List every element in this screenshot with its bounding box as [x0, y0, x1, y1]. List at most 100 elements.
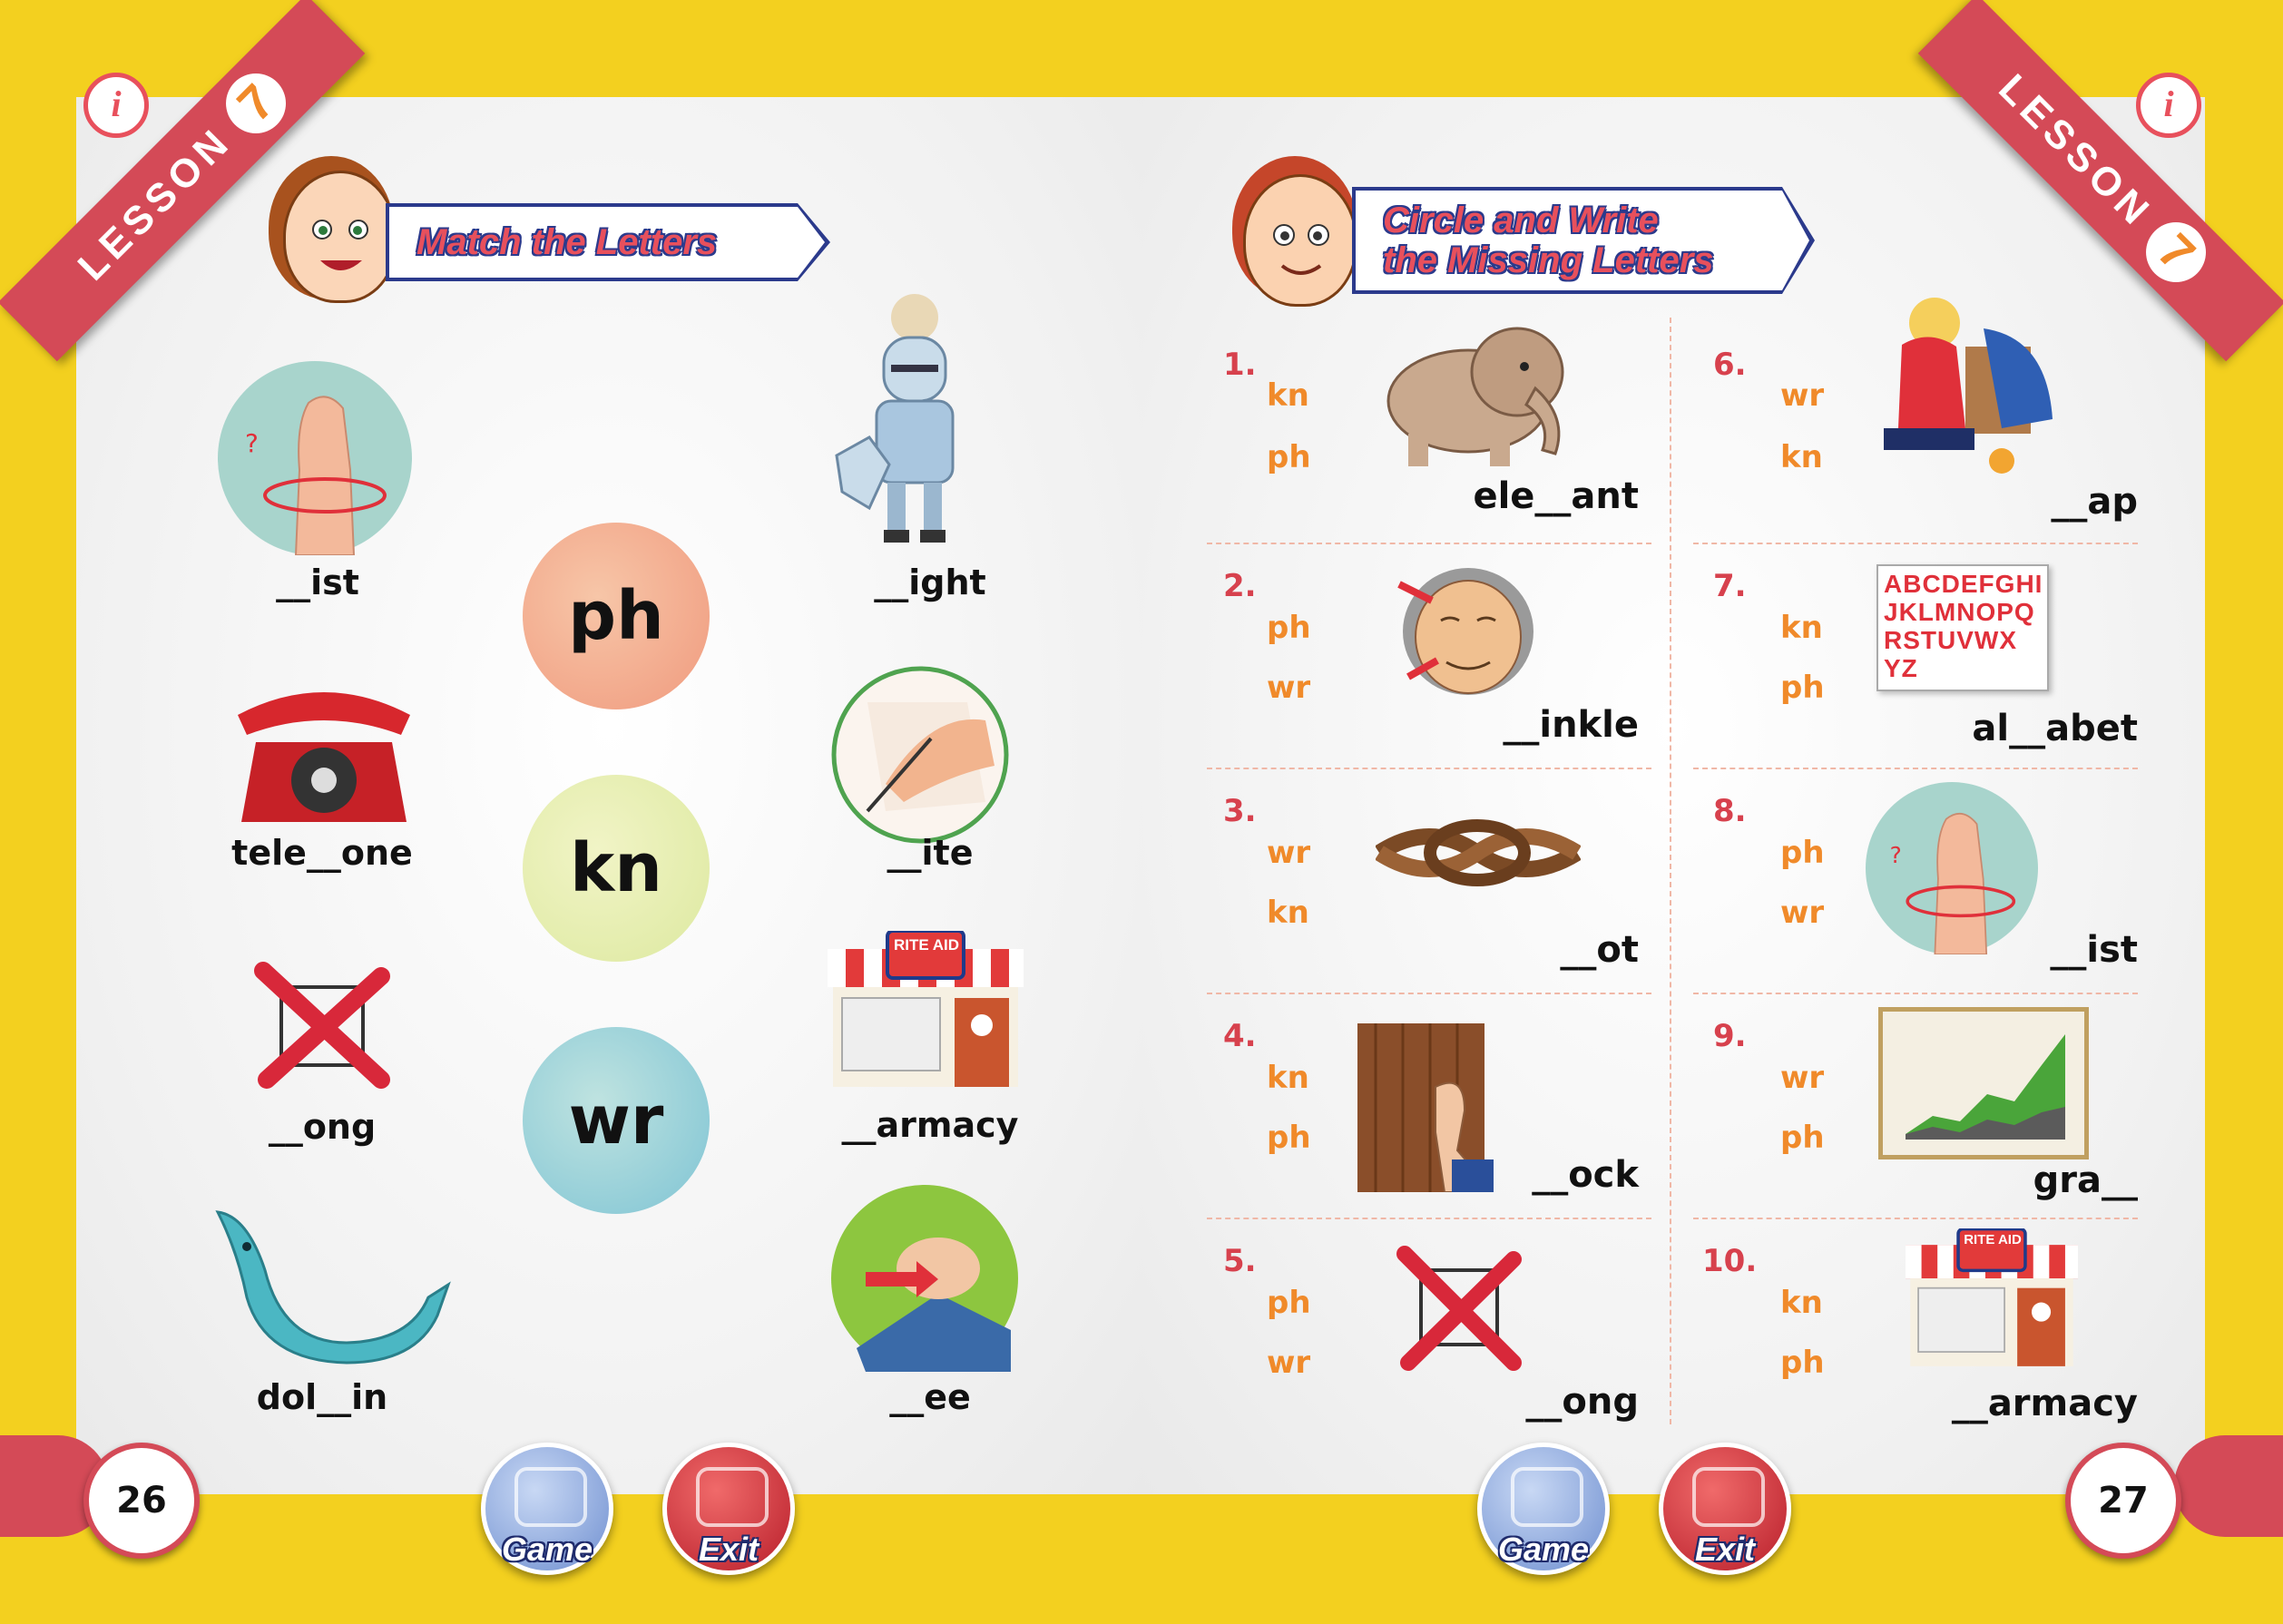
row-divider: [1207, 993, 1651, 994]
game-button[interactable]: Game: [1477, 1443, 1610, 1575]
word-write: __ite: [887, 833, 974, 873]
item-number: 4.: [1223, 1018, 1257, 1054]
option-1[interactable]: ph: [1267, 610, 1311, 646]
game-button-label: Game: [1497, 1531, 1590, 1568]
graph-picture: [1877, 1006, 2090, 1163]
answer-word: gra__: [2033, 1159, 2138, 1201]
word-knee: __ee: [889, 1377, 971, 1417]
word-pharmacy: __armacy: [841, 1105, 1019, 1145]
page-title-line1: Circle and Write: [1383, 201, 1659, 240]
item-number: 10.: [1702, 1243, 1758, 1279]
letter-circle-wr[interactable]: wr: [523, 1027, 710, 1214]
alphabet-line: JKLMNOPQ: [1884, 598, 2035, 626]
lesson-number: 7: [2133, 210, 2219, 296]
idea-bulb-icon: i: [2136, 73, 2201, 138]
page-number-right: 27: [2065, 1443, 2181, 1559]
wrap-gift-picture: [1866, 292, 2056, 486]
item-number: 3.: [1223, 793, 1257, 829]
option-1[interactable]: kn: [1267, 1060, 1309, 1096]
option-1[interactable]: wr: [1780, 377, 1824, 414]
column-divider: [1670, 318, 1671, 1424]
wrist-picture: ?: [218, 361, 412, 559]
option-2[interactable]: wr: [1267, 670, 1310, 706]
item-number: 1.: [1223, 347, 1257, 383]
elephant-picture: [1381, 318, 1581, 474]
wrong-cross-picture: [1396, 1245, 1523, 1375]
option-1[interactable]: ph: [1780, 835, 1825, 871]
title-banner-left: Match the Letters: [386, 203, 830, 281]
exit-button-label: Exit: [1694, 1531, 1756, 1568]
idea-bulb-icon: i: [83, 73, 149, 138]
word-dolphin: dol__in: [256, 1377, 388, 1417]
answer-word: __inkle: [1503, 704, 1639, 746]
answer-word: __ist: [2050, 929, 2138, 971]
alphabet-picture: ABCDEFGHI JKLMNOPQ RSTUVWX YZ: [1876, 564, 2049, 691]
item-number: 8.: [1713, 793, 1747, 829]
item-number: 6.: [1713, 347, 1747, 383]
answer-word: __armacy: [1951, 1383, 2138, 1424]
page-title-line2: the Missing Letters: [1383, 240, 1714, 280]
letter-circle-kn[interactable]: kn: [523, 775, 710, 962]
exit-button[interactable]: Exit: [1659, 1443, 1791, 1575]
word-wrist: __ist: [276, 563, 359, 602]
option-2[interactable]: wr: [1780, 895, 1824, 931]
letter-circle-label: wr: [568, 1081, 664, 1159]
answer-word: ele__ant: [1473, 475, 1639, 517]
option-1[interactable]: kn: [1780, 610, 1823, 646]
item-number: 7.: [1713, 568, 1747, 604]
game-button[interactable]: Game: [481, 1443, 613, 1575]
game-button-label: Game: [501, 1531, 593, 1568]
wrong-cross-picture: [254, 962, 390, 1092]
rope-knot-picture: [1375, 817, 1582, 893]
item-number: 2.: [1223, 568, 1257, 604]
item-number: 9.: [1713, 1018, 1747, 1054]
option-2[interactable]: kn: [1780, 439, 1823, 475]
answer-word: al__abet: [1972, 708, 2138, 749]
page-number-left: 26: [83, 1443, 200, 1559]
pharmacy-sign: RITE AID: [893, 936, 960, 954]
boy-avatar: [1243, 174, 1357, 307]
answer-word: __ot: [1560, 929, 1639, 971]
knee-picture: [829, 1185, 1020, 1375]
option-2[interactable]: ph: [1780, 1345, 1825, 1381]
letter-circle-ph[interactable]: ph: [523, 523, 710, 709]
wrinkle-face-picture: [1396, 561, 1539, 700]
answer-word: __ong: [1525, 1381, 1639, 1423]
row-divider: [1693, 993, 2138, 994]
option-1[interactable]: kn: [1780, 1285, 1823, 1321]
word-telephone: tele__one: [231, 833, 413, 873]
option-2[interactable]: ph: [1780, 1120, 1825, 1156]
row-divider: [1207, 768, 1651, 769]
pharmacy-picture: RITE AID: [1906, 1227, 2078, 1374]
dolphin-picture: [211, 1207, 456, 1369]
svg-text:?: ?: [1890, 842, 1902, 868]
option-1[interactable]: ph: [1267, 1285, 1311, 1321]
item-number: 5.: [1223, 1243, 1257, 1279]
option-2[interactable]: kn: [1267, 895, 1309, 931]
knight-picture: [833, 292, 996, 550]
option-1[interactable]: wr: [1780, 1060, 1824, 1096]
girl-avatar: [283, 171, 397, 303]
option-2[interactable]: ph: [1267, 439, 1311, 475]
row-divider: [1207, 1218, 1651, 1219]
option-2[interactable]: wr: [1267, 1345, 1310, 1381]
word-knight: __ight: [874, 563, 986, 602]
word-wrong: __ong: [268, 1107, 377, 1147]
exit-button[interactable]: Exit: [662, 1443, 795, 1575]
alphabet-line: YZ: [1884, 654, 1918, 682]
row-divider: [1693, 543, 2138, 544]
option-1[interactable]: wr: [1267, 835, 1310, 871]
option-2[interactable]: ph: [1780, 670, 1825, 706]
telephone-picture: [229, 679, 419, 827]
pharmacy-picture: RITE AID: [828, 929, 1024, 1094]
puzzle-icon: [1692, 1467, 1765, 1527]
row-divider: [1693, 768, 2138, 769]
alphabet-line: ABCDEFGHI: [1884, 570, 2043, 598]
option-2[interactable]: ph: [1267, 1120, 1311, 1156]
pharmacy-sign: RITE AID: [1964, 1232, 2022, 1247]
option-1[interactable]: kn: [1267, 377, 1309, 414]
page-title: Match the Letters: [416, 222, 718, 262]
exit-button-label: Exit: [698, 1531, 759, 1568]
answer-word: __ock: [1532, 1154, 1639, 1196]
puzzle-icon: [1511, 1467, 1583, 1527]
